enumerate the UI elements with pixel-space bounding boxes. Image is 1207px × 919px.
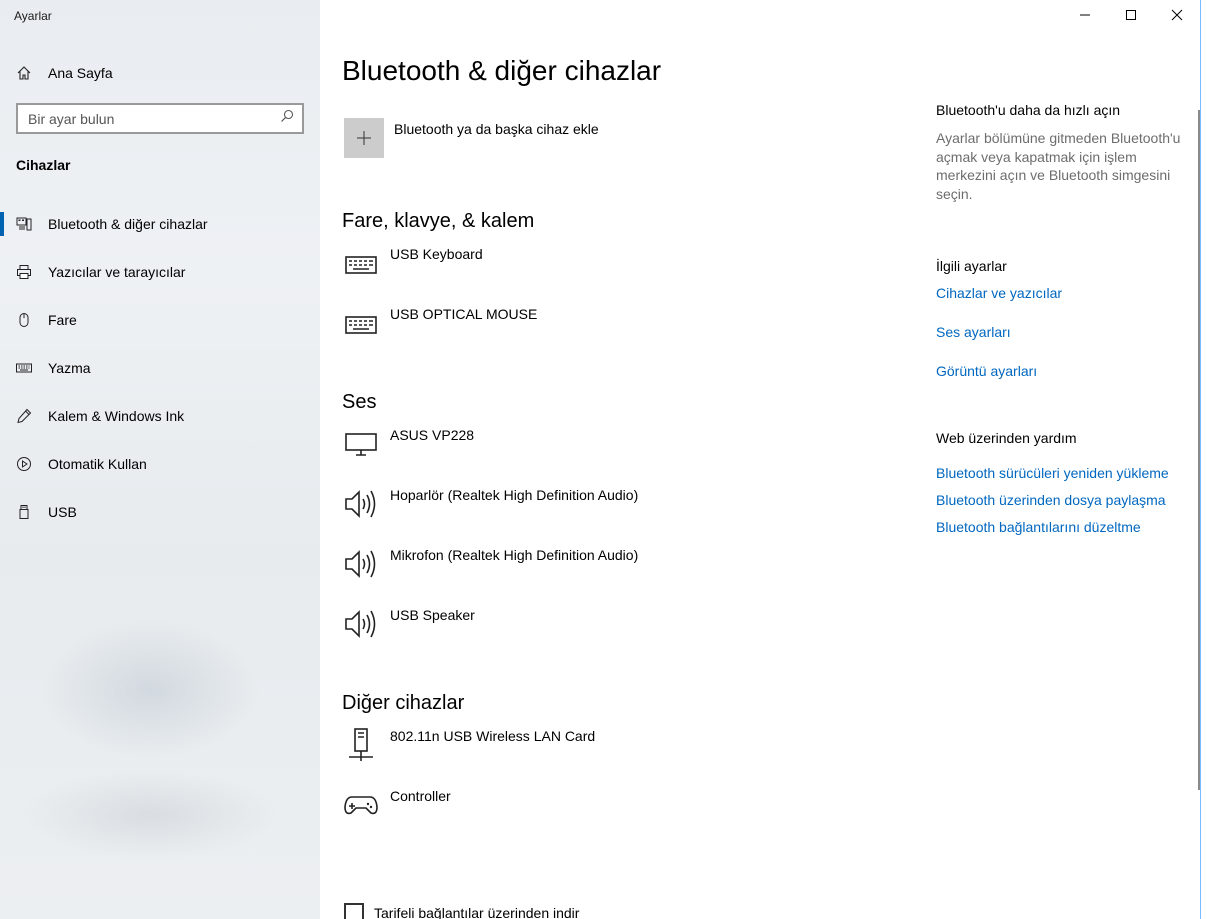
link-fix-connections[interactable]: Bluetooth bağlantılarını düzeltme <box>936 519 1141 535</box>
link-file-sharing[interactable]: Bluetooth üzerinden dosya paylaşma <box>936 492 1166 508</box>
minimize-icon <box>1080 14 1090 16</box>
network-adapter-icon <box>344 728 378 762</box>
link-sound-settings[interactable]: Ses ayarları <box>936 324 1011 340</box>
device-item[interactable]: Mikrofon (Realtek High Definition Audio) <box>344 547 638 581</box>
device-name: USB Speaker <box>390 607 475 623</box>
speaker-icon <box>344 607 378 641</box>
maximize-button[interactable] <box>1108 0 1154 30</box>
sidebar-item-label: Yazma <box>48 360 91 376</box>
sidebar-item-pen[interactable]: Kalem & Windows Ink <box>0 392 320 440</box>
device-name: USB Keyboard <box>390 246 483 262</box>
add-device-label: Bluetooth ya da başka cihaz ekle <box>394 121 599 137</box>
metered-download-checkbox[interactable]: Tarifeli bağlantılar üzerinden indir <box>344 903 579 919</box>
device-name: USB OPTICAL MOUSE <box>390 306 538 322</box>
search-input[interactable] <box>28 110 268 127</box>
section-heading: Cihazlar <box>16 157 71 173</box>
group-title-other: Diğer cihazlar <box>342 692 465 714</box>
window-controls <box>1062 0 1200 30</box>
quick-toggle-title: Bluetooth'u daha da hızlı açın <box>936 102 1121 118</box>
sidebar-item-usb[interactable]: USB <box>0 488 320 536</box>
device-item[interactable]: Hoparlör (Realtek High Definition Audio) <box>344 487 638 521</box>
keyboard-icon <box>16 360 32 376</box>
plus-icon <box>357 131 371 145</box>
group-title-input: Fare, klavye, & kalem <box>342 210 535 232</box>
printer-icon <box>16 264 32 280</box>
home-icon <box>16 65 32 81</box>
device-name: 802.11n USB Wireless LAN Card <box>390 728 596 744</box>
mouse-icon <box>16 312 32 328</box>
usb-icon <box>16 504 32 520</box>
home-link[interactable]: Ana Sayfa <box>16 62 113 84</box>
link-reinstall-drivers[interactable]: Bluetooth sürücüleri yeniden yükleme <box>936 465 1169 481</box>
device-name: ASUS VP228 <box>390 427 475 443</box>
background-blur <box>40 620 260 760</box>
keyboard-icon <box>344 306 378 340</box>
speaker-icon <box>344 547 378 581</box>
sidebar-item-label: Yazıcılar ve tarayıcılar <box>48 264 186 280</box>
sidebar-item-label: Kalem & Windows Ink <box>48 408 185 424</box>
device-name: Hoparlör (Realtek High Definition Audio) <box>390 487 639 503</box>
minimize-button[interactable] <box>1062 0 1108 30</box>
keyboard-icon <box>344 246 378 280</box>
bluetooth-devices-icon <box>16 216 32 232</box>
pen-icon <box>16 408 32 424</box>
autoplay-icon <box>16 456 32 472</box>
sidebar-item-label: Bluetooth & diğer cihazlar <box>48 216 208 232</box>
link-display-settings[interactable]: Görüntü ayarları <box>936 363 1037 379</box>
sidebar-item-label: Fare <box>48 312 77 328</box>
page-title: Bluetooth & diğer cihazlar <box>342 55 662 86</box>
sidebar-nav: Bluetooth & diğer cihazlar Yazıcılar ve … <box>0 200 320 536</box>
monitor-icon <box>344 427 378 461</box>
device-name: Mikrofon (Realtek High Definition Audio) <box>390 547 639 563</box>
sidebar-item-label: USB <box>48 504 77 520</box>
device-name: Controller <box>390 788 451 804</box>
home-label: Ana Sayfa <box>48 65 113 81</box>
close-icon <box>1171 9 1183 21</box>
device-item[interactable]: USB Speaker <box>344 607 475 641</box>
sidebar-item-autoplay[interactable]: Otomatik Kullan <box>0 440 320 488</box>
maximize-icon <box>1126 10 1136 20</box>
checkbox[interactable] <box>344 903 364 919</box>
sidebar-item-bluetooth[interactable]: Bluetooth & diğer cihazlar <box>0 200 320 248</box>
add-device-button[interactable]: Bluetooth ya da başka cihaz ekle <box>344 118 599 158</box>
device-item[interactable]: Controller <box>344 788 451 822</box>
device-item[interactable]: USB OPTICAL MOUSE <box>344 306 537 340</box>
group-title-audio: Ses <box>342 391 377 413</box>
window-title: Ayarlar <box>14 9 52 23</box>
sidebar: Ayarlar Ana Sayfa Cihazlar Bluetooth & d… <box>0 0 320 919</box>
gamepad-icon <box>344 788 378 822</box>
background-blur <box>20 770 280 860</box>
window-border <box>1200 0 1201 919</box>
device-item[interactable]: ASUS VP228 <box>344 427 474 461</box>
search-box[interactable] <box>16 103 304 134</box>
related-settings-title: İlgili ayarlar <box>936 258 1007 274</box>
add-tile <box>344 118 384 158</box>
checkbox-label: Tarifeli bağlantılar üzerinden indir <box>374 905 580 919</box>
quick-toggle-description: Ayarlar bölümüne gitmeden Bluetooth'u aç… <box>936 130 1181 202</box>
device-item[interactable]: 802.11n USB Wireless LAN Card <box>344 728 595 762</box>
search-icon[interactable] <box>280 109 294 128</box>
device-item[interactable]: USB Keyboard <box>344 246 483 280</box>
close-button[interactable] <box>1154 0 1200 30</box>
link-devices-printers[interactable]: Cihazlar ve yazıcılar <box>936 285 1062 301</box>
speaker-icon <box>344 487 378 521</box>
web-help-title: Web üzerinden yardım <box>936 430 1077 446</box>
sidebar-item-mouse[interactable]: Fare <box>0 296 320 344</box>
main-content: Bluetooth & diğer cihazlar Bluetooth ya … <box>320 0 1207 919</box>
sidebar-item-typing[interactable]: Yazma <box>0 344 320 392</box>
sidebar-item-label: Otomatik Kullan <box>48 456 147 472</box>
sidebar-item-printers[interactable]: Yazıcılar ve tarayıcılar <box>0 248 320 296</box>
